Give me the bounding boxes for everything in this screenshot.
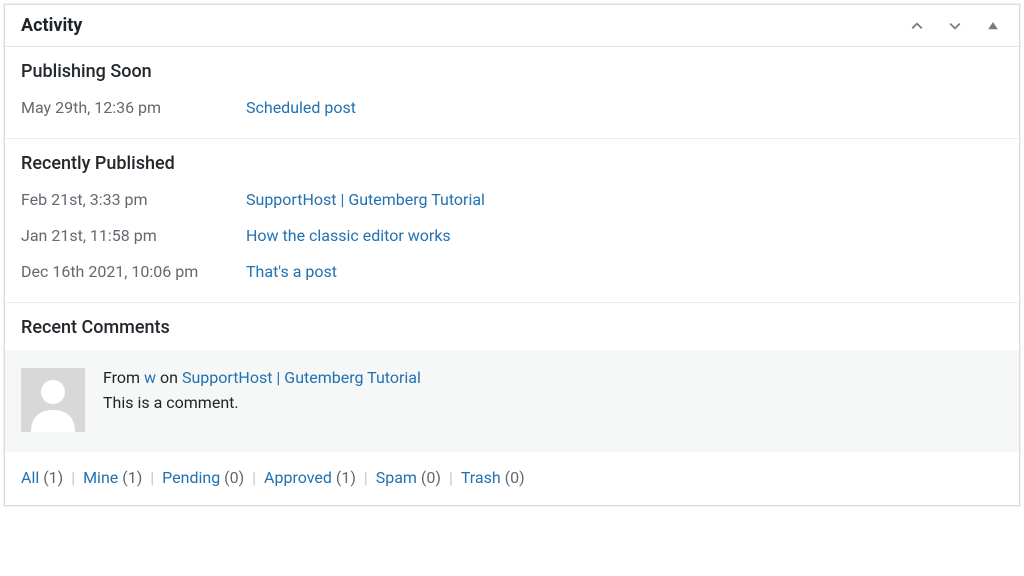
filter-all[interactable]: All (1) [21,468,67,487]
filter-separator: | [150,468,158,487]
filter-approved[interactable]: Approved (1) [264,468,360,487]
comment-filters: All (1) | Mine (1) | Pending (0) | Appro… [5,452,1019,505]
widget-title: Activity [21,15,82,36]
filter-count: (0) [421,468,441,487]
comment-from-prefix: From [103,368,144,387]
published-post-row: Jan 21st, 11:58 pm How the classic edito… [21,218,1003,254]
filter-separator: | [71,468,79,487]
activity-widget: Activity Publishing Soon May 29th, 12:36… [4,4,1020,506]
section-heading-recently-published: Recently Published [5,139,1019,182]
filter-trash[interactable]: Trash (0) [461,468,525,487]
publishing-soon-section: Publishing Soon May 29th, 12:36 pm Sched… [5,47,1019,139]
post-link[interactable]: That's a post [246,260,337,284]
section-heading-publishing-soon: Publishing Soon [5,47,1019,90]
filter-count: (1) [43,468,63,487]
filter-label: All [21,468,39,487]
comment-author-link[interactable]: w [144,368,156,387]
recently-published-list: Feb 21st, 3:33 pm SupportHost | Gutember… [5,182,1019,303]
post-date: May 29th, 12:36 pm [21,96,246,120]
filter-label: Mine [83,468,118,487]
comment-text: This is a comment. [103,393,1003,412]
recently-published-section: Recently Published Feb 21st, 3:33 pm Sup… [5,139,1019,303]
filter-separator: | [449,468,457,487]
avatar [21,368,85,432]
filter-count: (1) [336,468,356,487]
filter-count: (0) [505,468,525,487]
filter-count: (1) [122,468,142,487]
comment-meta: From w on SupportHost | Gutemberg Tutori… [103,368,1003,387]
scheduled-post-row: May 29th, 12:36 pm Scheduled post [21,90,1003,126]
publishing-soon-list: May 29th, 12:36 pm Scheduled post [5,90,1019,139]
filter-label: Approved [264,468,332,487]
post-link[interactable]: SupportHost | Gutemberg Tutorial [246,188,485,212]
post-date: Feb 21st, 3:33 pm [21,188,246,212]
recent-comments-section: Recent Comments From w on SupportHost | … [5,303,1019,505]
filter-label: Trash [461,468,501,487]
comment-post-link[interactable]: SupportHost | Gutemberg Tutorial [182,368,421,387]
post-date: Jan 21st, 11:58 pm [21,224,246,248]
filter-count: (0) [224,468,244,487]
widget-header: Activity [5,5,1019,47]
comment-item: From w on SupportHost | Gutemberg Tutori… [5,350,1019,452]
comment-body: From w on SupportHost | Gutemberg Tutori… [103,368,1003,432]
published-post-row: Dec 16th 2021, 10:06 pm That's a post [21,254,1003,290]
section-heading-recent-comments: Recent Comments [5,303,1019,350]
filter-mine[interactable]: Mine (1) [83,468,146,487]
move-down-icon[interactable] [945,16,965,36]
collapse-toggle-icon[interactable] [983,16,1003,36]
filter-pending[interactable]: Pending (0) [162,468,248,487]
filter-label: Spam [376,468,417,487]
filter-label: Pending [162,468,220,487]
filter-separator: | [252,468,260,487]
post-date: Dec 16th 2021, 10:06 pm [21,260,246,284]
move-up-icon[interactable] [907,16,927,36]
published-post-row: Feb 21st, 3:33 pm SupportHost | Gutember… [21,182,1003,218]
filter-spam[interactable]: Spam (0) [376,468,445,487]
widget-controls [907,16,1003,36]
post-link[interactable]: Scheduled post [246,96,356,120]
post-link[interactable]: How the classic editor works [246,224,451,248]
comment-on-text: on [156,368,182,387]
filter-separator: | [364,468,372,487]
